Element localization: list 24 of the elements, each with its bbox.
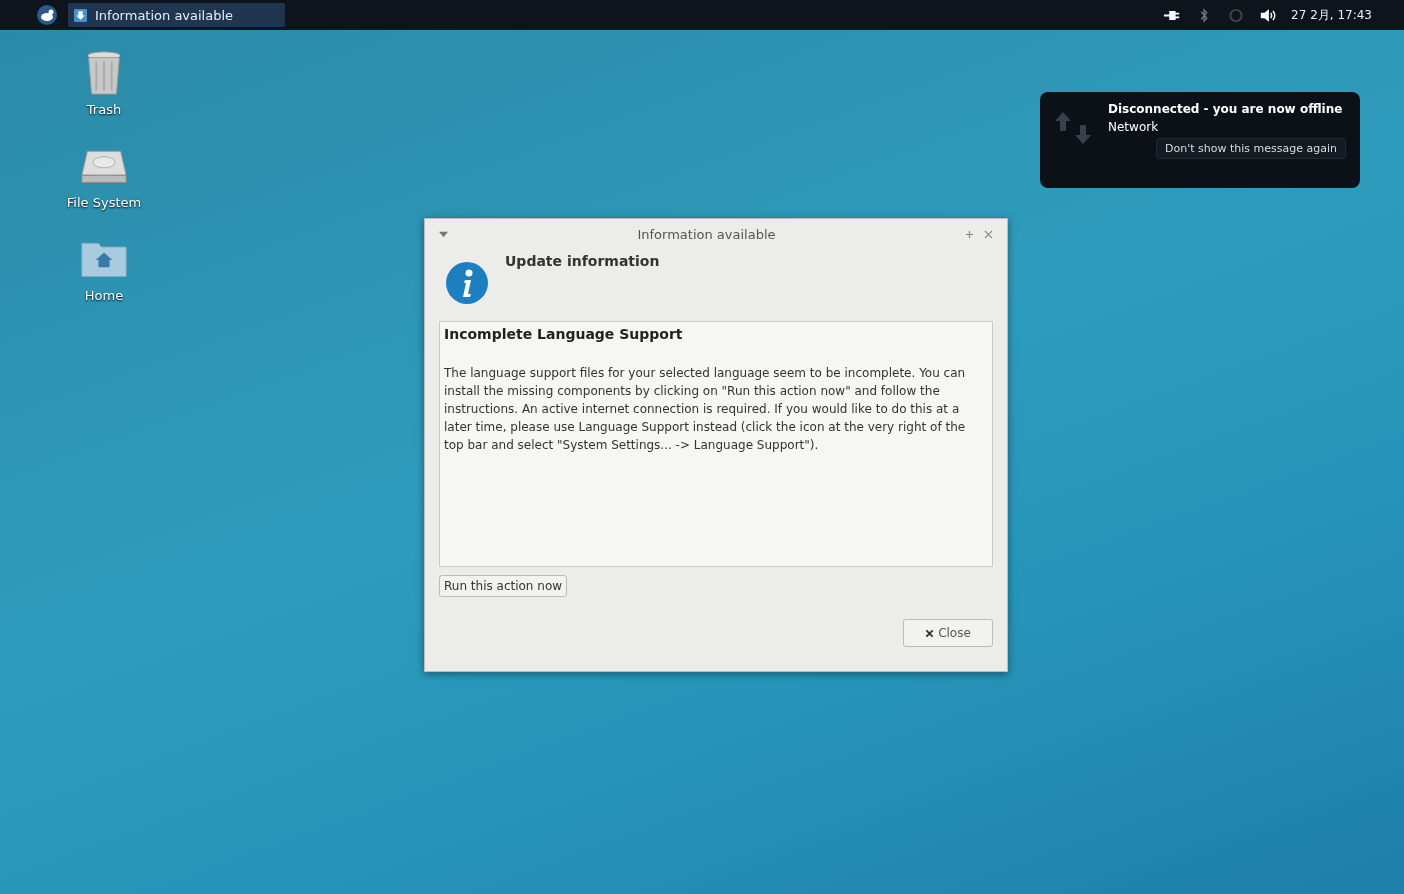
close-icon [925, 628, 935, 638]
taskbar-button[interactable]: Information available [68, 3, 285, 27]
notification-source: Network [1108, 120, 1159, 134]
message-text: The language support files for your selected language seem to be incomplete. You can install the missing components by clicking on "Run this action now" and follow the instructions. An active internet connection is required. If you would like to do this at a later time, please use Language Support instead (click the icon at the very right of the top bar and select "System Settings... -> Language Support"). [444, 365, 967, 454]
download-icon [74, 8, 87, 22]
clock[interactable]: 27 2月, 17:43 [1291, 6, 1372, 24]
close-button[interactable]: Close [903, 619, 993, 647]
window-title: Information available [636, 226, 777, 242]
dont-show-again-button[interactable]: Don't show this message again [1156, 138, 1346, 159]
notification-title: Disconnected - you are now offline [1108, 102, 1343, 116]
info-icon [445, 261, 489, 305]
volume-icon[interactable] [1259, 7, 1278, 23]
mouse-logo-icon[interactable] [36, 4, 58, 26]
maximize-icon[interactable] [965, 229, 974, 239]
close-icon[interactable] [984, 229, 993, 239]
dialog-heading: Update information [505, 253, 660, 269]
up-down-arrows-icon [1054, 110, 1094, 146]
desktop-icon-label[interactable]: Home [84, 288, 124, 303]
run-action-button[interactable]: Run this action now [439, 575, 568, 597]
message-title: Incomplete Language Support [444, 326, 684, 342]
desktop-icon-label[interactable]: File System [66, 195, 142, 210]
network-icon[interactable] [1227, 7, 1246, 23]
window-menu-icon[interactable] [439, 229, 448, 239]
desktop-icon-label[interactable]: Trash [86, 102, 122, 117]
